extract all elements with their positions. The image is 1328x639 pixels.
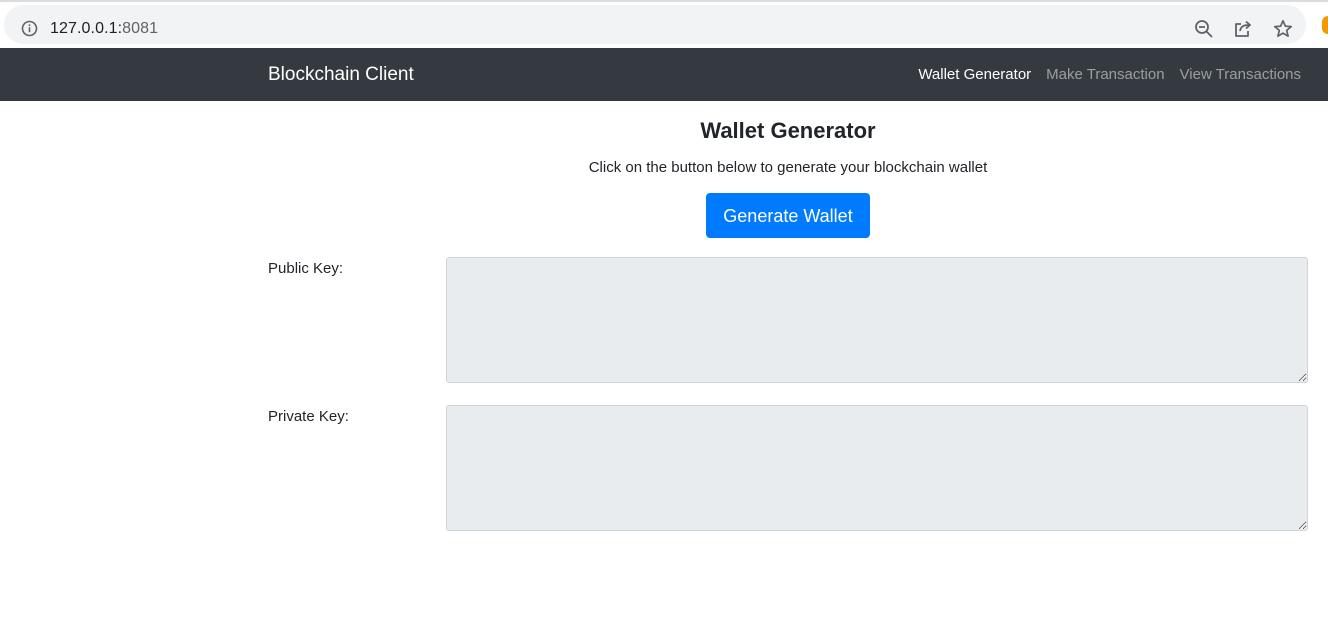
url-text[interactable]: 127.0.0.1:8081 xyxy=(50,19,158,39)
navbar-brand[interactable]: Blockchain Client xyxy=(268,63,414,87)
url-port: 8081 xyxy=(122,20,159,37)
info-icon[interactable] xyxy=(21,20,38,37)
address-bar[interactable]: 127.0.0.1:8081 xyxy=(4,5,1306,44)
share-icon[interactable] xyxy=(1233,19,1253,39)
page-title: Wallet Generator xyxy=(700,118,876,143)
nav-links: Wallet Generator Make Transaction View T… xyxy=(918,65,1301,85)
public-key-label: Public Key: xyxy=(268,260,344,277)
zoom-out-icon[interactable] xyxy=(1194,19,1214,39)
url-host: 127.0.0.1: xyxy=(50,20,123,37)
tab-strip-edge xyxy=(0,0,1328,2)
bookmark-star-icon[interactable] xyxy=(1273,19,1293,39)
nav-link-view-transactions[interactable]: View Transactions xyxy=(1180,65,1301,85)
nav-link-make-transaction[interactable]: Make Transaction xyxy=(1046,65,1164,85)
extension-icon[interactable] xyxy=(1322,16,1328,34)
page-subtitle: Click on the button below to generate yo… xyxy=(588,159,988,176)
generate-wallet-button[interactable]: Generate Wallet xyxy=(706,193,870,238)
private-key-label: Private Key: xyxy=(268,408,349,425)
nav-link-wallet-generator[interactable]: Wallet Generator xyxy=(918,65,1031,85)
browser-toolbar: 127.0.0.1:8081 xyxy=(0,0,1328,48)
private-key-textarea[interactable] xyxy=(446,405,1308,531)
navbar: Blockchain Client Wallet Generator Make … xyxy=(0,48,1328,101)
public-key-textarea[interactable] xyxy=(446,257,1308,383)
